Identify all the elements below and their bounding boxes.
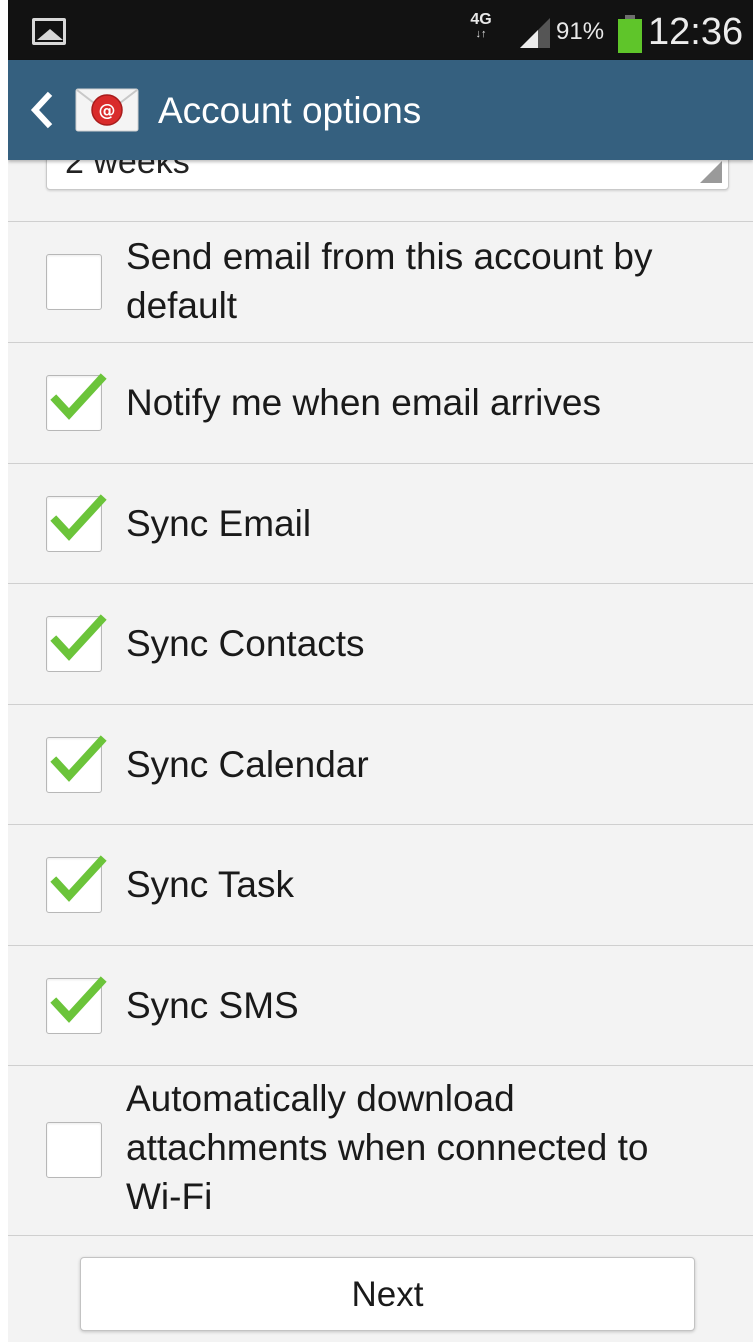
option-row-sync-task[interactable]: Sync Task: [8, 824, 753, 945]
option-row-sync-calendar[interactable]: Sync Calendar: [8, 704, 753, 824]
option-label: Send email from this account by default: [126, 232, 743, 330]
svg-text:@: @: [99, 101, 116, 121]
battery-percent: 91%: [556, 18, 605, 45]
dropdown-corner-icon: [700, 161, 722, 183]
checkbox-unchecked[interactable]: [46, 1122, 102, 1178]
option-row-sync-sms[interactable]: Sync SMS: [8, 945, 753, 1065]
clock: 12:36: [648, 11, 744, 53]
battery-icon: [618, 15, 642, 53]
email-app-icon: @: [75, 88, 139, 132]
option-label: Sync Contacts: [126, 623, 365, 664]
option-label-line: Automatically download: [126, 1078, 515, 1119]
checkmark-icon: [50, 494, 107, 541]
status-bar: 4G ↓↑ 91% 12:36: [8, 0, 753, 60]
checkmark-icon: [50, 614, 107, 661]
option-row-sync-contacts[interactable]: Sync Contacts: [8, 583, 753, 704]
checkmark-icon: [50, 855, 107, 902]
checkmark-icon: [50, 373, 107, 420]
gallery-notification-icon: [32, 18, 66, 45]
option-row-send-default[interactable]: Send email from this account by default: [8, 221, 753, 342]
option-label: Sync Calendar: [126, 744, 369, 785]
checkbox-checked[interactable]: [46, 735, 107, 793]
action-bar: @ Account options: [8, 60, 753, 160]
checkbox-checked[interactable]: [46, 494, 107, 552]
checkmark-icon: [50, 735, 107, 782]
data-activity-icon: ↓↑: [475, 28, 487, 40]
option-label: Automatically download attachments when …: [126, 1074, 743, 1221]
checkbox-checked[interactable]: [46, 976, 107, 1034]
option-label: Sync Email: [126, 503, 312, 544]
signal-strength-icon: [520, 18, 550, 48]
option-label: Notify me when email arrives: [126, 382, 601, 423]
screen: 4G ↓↑ 91% 12:36 2 weeks Send email from …: [8, 0, 753, 1342]
option-row-notify[interactable]: Notify me when email arrives: [8, 342, 753, 463]
option-label: Sync SMS: [126, 985, 299, 1026]
checkbox-unchecked[interactable]: [46, 254, 102, 310]
option-label-line: attachments when connected to: [126, 1127, 649, 1168]
chevron-left-icon[interactable]: [28, 90, 56, 130]
option-label-line: default: [126, 285, 238, 326]
option-label-line: Send email from this account by: [126, 236, 653, 277]
option-row-sync-email[interactable]: Sync Email: [8, 463, 753, 583]
page-title: Account options: [158, 90, 422, 131]
row-divider: [8, 1235, 753, 1236]
checkbox-checked[interactable]: [46, 614, 107, 672]
network-type: 4G: [470, 11, 492, 28]
option-label: Sync Task: [126, 864, 294, 905]
checkbox-checked[interactable]: [46, 373, 107, 431]
next-button[interactable]: Next: [80, 1257, 695, 1331]
option-label-line: Wi-Fi: [126, 1176, 213, 1217]
network-indicator: 4G ↓↑: [466, 12, 496, 48]
option-row-auto-download[interactable]: Automatically download attachments when …: [8, 1065, 753, 1235]
checkbox-checked[interactable]: [46, 855, 107, 913]
checkmark-icon: [50, 976, 107, 1023]
